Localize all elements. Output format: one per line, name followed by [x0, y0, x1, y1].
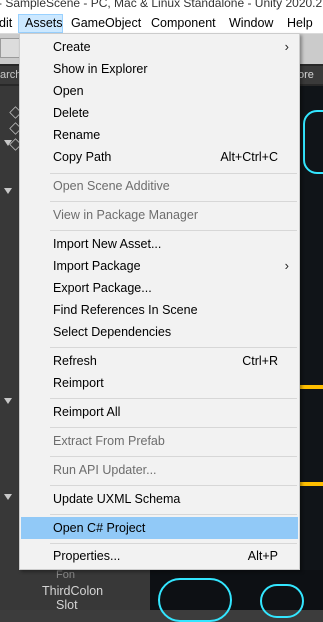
chevron-right-icon: ›: [284, 39, 289, 54]
scene-neon-ring: [260, 584, 304, 618]
menu-item-rename[interactable]: Rename: [21, 124, 298, 146]
scene-orange-line: [300, 385, 323, 389]
menu-separator: [50, 543, 297, 544]
menu-item-create[interactable]: Create ›: [21, 36, 298, 58]
menu-separator: [50, 514, 297, 515]
scene-neon-shape: [303, 110, 323, 174]
menu-item-open[interactable]: Open: [21, 80, 298, 102]
menu-item-update-uxml-schema[interactable]: Update UXML Schema: [21, 488, 298, 510]
menu-item-copy-path[interactable]: Copy Path Alt+Ctrl+C: [21, 146, 298, 168]
assets-dropdown-menu: Create › Show in Explorer Open Delete Re…: [19, 33, 300, 570]
menu-item-delete[interactable]: Delete: [21, 102, 298, 124]
menu-separator: [50, 485, 297, 486]
menu-item-reimport[interactable]: Reimport: [21, 372, 298, 394]
window-title: - SampleScene - PC, Mac & Linux Standalo…: [0, 0, 323, 10]
expand-arrow-icon: [4, 188, 12, 194]
menu-separator: [50, 230, 297, 231]
shortcut-text: Alt+Ctrl+C: [220, 150, 278, 164]
chevron-right-icon: ›: [284, 258, 289, 273]
menu-component[interactable]: Component: [151, 14, 216, 33]
menu-item-refresh[interactable]: Refresh Ctrl+R: [21, 350, 298, 372]
menu-item-find-references[interactable]: Find References In Scene: [21, 299, 298, 321]
window-title-bar: - SampleScene - PC, Mac & Linux Standalo…: [0, 0, 323, 14]
search-tab[interactable]: arch: [0, 66, 20, 84]
menu-item-export-package[interactable]: Export Package...: [21, 277, 298, 299]
menu-item-select-dependencies[interactable]: Select Dependencies: [21, 321, 298, 343]
hierarchy-item-thirdcolon[interactable]: ThirdColon: [42, 584, 103, 598]
menu-bar: dit Assets GameObject Component Window H…: [0, 14, 323, 34]
scene-neon-ring: [158, 578, 232, 622]
menu-item-view-in-package-manager[interactable]: View in Package Manager: [21, 204, 298, 226]
menu-item-import-new-asset[interactable]: Import New Asset...: [21, 233, 298, 255]
menu-item-open-csharp-project[interactable]: Open C# Project: [21, 517, 298, 539]
expand-arrow-icon: [4, 494, 12, 500]
menu-separator: [50, 201, 297, 202]
menu-separator: [50, 456, 297, 457]
shortcut-text: Alt+P: [247, 549, 278, 563]
hierarchy-item-fon[interactable]: Fon: [56, 569, 75, 581]
shortcut-text: Ctrl+R: [242, 354, 278, 368]
menu-gameobject[interactable]: GameObject: [71, 14, 141, 33]
menu-item-run-api-updater[interactable]: Run API Updater...: [21, 459, 298, 481]
menu-help[interactable]: Help: [287, 14, 313, 33]
menu-assets[interactable]: Assets: [18, 14, 63, 33]
menu-edit[interactable]: dit: [0, 14, 15, 33]
asset-store-tab[interactable]: ore: [298, 66, 323, 84]
scene-view-bottom: [150, 570, 323, 622]
menu-separator: [50, 347, 297, 348]
menu-separator: [50, 173, 297, 174]
expand-arrow-icon: [4, 398, 12, 404]
menu-item-show-in-explorer[interactable]: Show in Explorer: [21, 58, 298, 80]
menu-window[interactable]: Window: [229, 14, 273, 33]
menu-separator: [50, 398, 297, 399]
menu-item-open-scene-additive[interactable]: Open Scene Additive: [21, 175, 298, 197]
menu-item-extract-from-prefab[interactable]: Extract From Prefab: [21, 430, 298, 452]
menu-item-properties[interactable]: Properties... Alt+P: [21, 545, 298, 567]
menu-separator: [50, 427, 297, 428]
menu-item-import-package[interactable]: Import Package ›: [21, 255, 298, 277]
menu-item-reimport-all[interactable]: Reimport All: [21, 401, 298, 423]
scene-orange-line: [300, 482, 323, 486]
